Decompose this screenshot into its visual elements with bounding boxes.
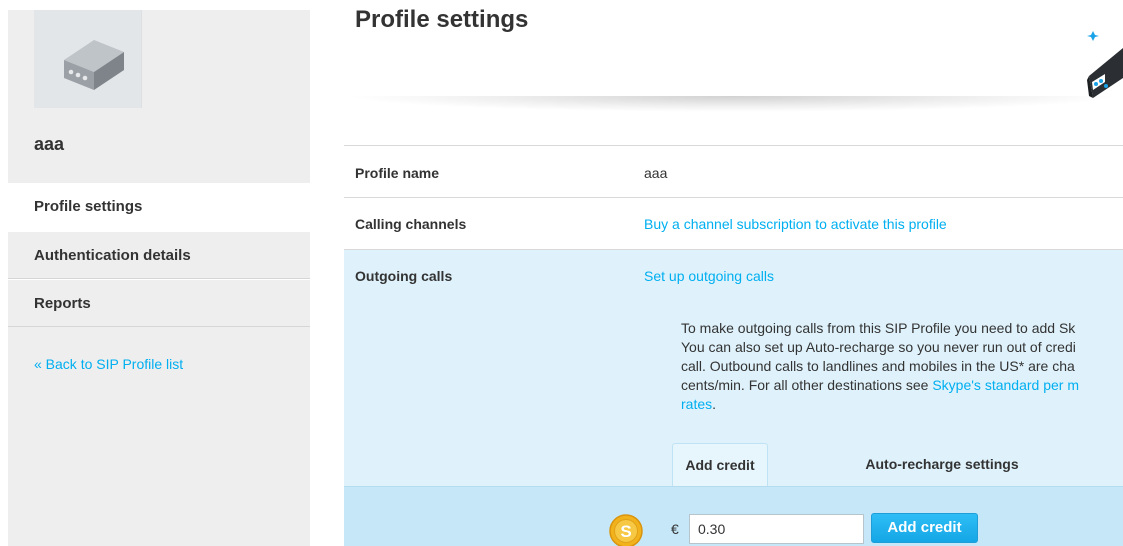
add-credit-panel: S € Add credit: [344, 486, 1123, 546]
credit-tabs: Add credit Auto-recharge settings: [672, 443, 1123, 486]
skype-credit-coin-icon: S: [609, 514, 643, 546]
outgoing-calls-info: To make outgoing calls from this SIP Pro…: [681, 319, 1123, 414]
tab-auto-recharge-settings[interactable]: Auto-recharge settings: [792, 443, 1092, 486]
info-line: rates.: [681, 395, 1123, 414]
sidebar: aaa Profile settings Authentication deta…: [8, 10, 310, 546]
header-divider-shadow: [344, 96, 1123, 112]
calling-channels-row: Calling channels Buy a channel subscript…: [344, 197, 1123, 249]
outgoing-calls-row: Outgoing calls Set up outgoing calls To …: [344, 249, 1123, 546]
main-content: Profile settings Profile name aaa Callin…: [344, 0, 1123, 546]
profile-name-value: aaa: [644, 165, 668, 181]
back-to-sip-profile-list-link[interactable]: « Back to SIP Profile list: [34, 356, 183, 372]
credit-amount-input[interactable]: [689, 514, 864, 544]
profile-name: aaa: [34, 134, 65, 154]
profile-header: aaa: [8, 10, 310, 183]
buy-channel-subscription-link[interactable]: Buy a channel subscription to activate t…: [644, 216, 947, 232]
sidebar-item-authentication-details[interactable]: Authentication details: [8, 231, 310, 279]
sidebar-item-reports[interactable]: Reports: [8, 279, 310, 327]
standard-rates-link[interactable]: Skype's standard per m: [932, 377, 1079, 393]
page-title: Profile settings: [355, 6, 529, 33]
profile-name-label: Profile name: [355, 165, 440, 181]
info-line-punct: .: [712, 396, 717, 412]
currency-symbol: €: [671, 521, 679, 537]
sidebar-item-profile-settings[interactable]: Profile settings: [8, 183, 310, 231]
info-line: cents/min. For all other destinations se…: [681, 376, 1123, 395]
outgoing-calls-label: Outgoing calls: [355, 268, 453, 284]
info-line: You can also set up Auto-recharge so you…: [681, 339, 1076, 355]
add-credit-button[interactable]: Add credit: [871, 513, 978, 543]
tab-add-credit[interactable]: Add credit: [672, 443, 768, 486]
calling-channels-label: Calling channels: [355, 216, 467, 232]
info-line: To make outgoing calls from this SIP Pro…: [681, 320, 1076, 336]
info-line-text: cents/min. For all other destinations se…: [681, 377, 933, 393]
set-up-outgoing-calls-link[interactable]: Set up outgoing calls: [644, 268, 774, 284]
sip-device-illustration: [1063, 24, 1123, 104]
standard-rates-link-cont[interactable]: rates: [681, 396, 712, 412]
sip-device-icon: [34, 10, 142, 108]
profile-name-row: Profile name aaa: [344, 145, 1123, 197]
info-line: call. Outbound calls to landlines and mo…: [681, 358, 1075, 374]
svg-text:S: S: [620, 522, 631, 541]
